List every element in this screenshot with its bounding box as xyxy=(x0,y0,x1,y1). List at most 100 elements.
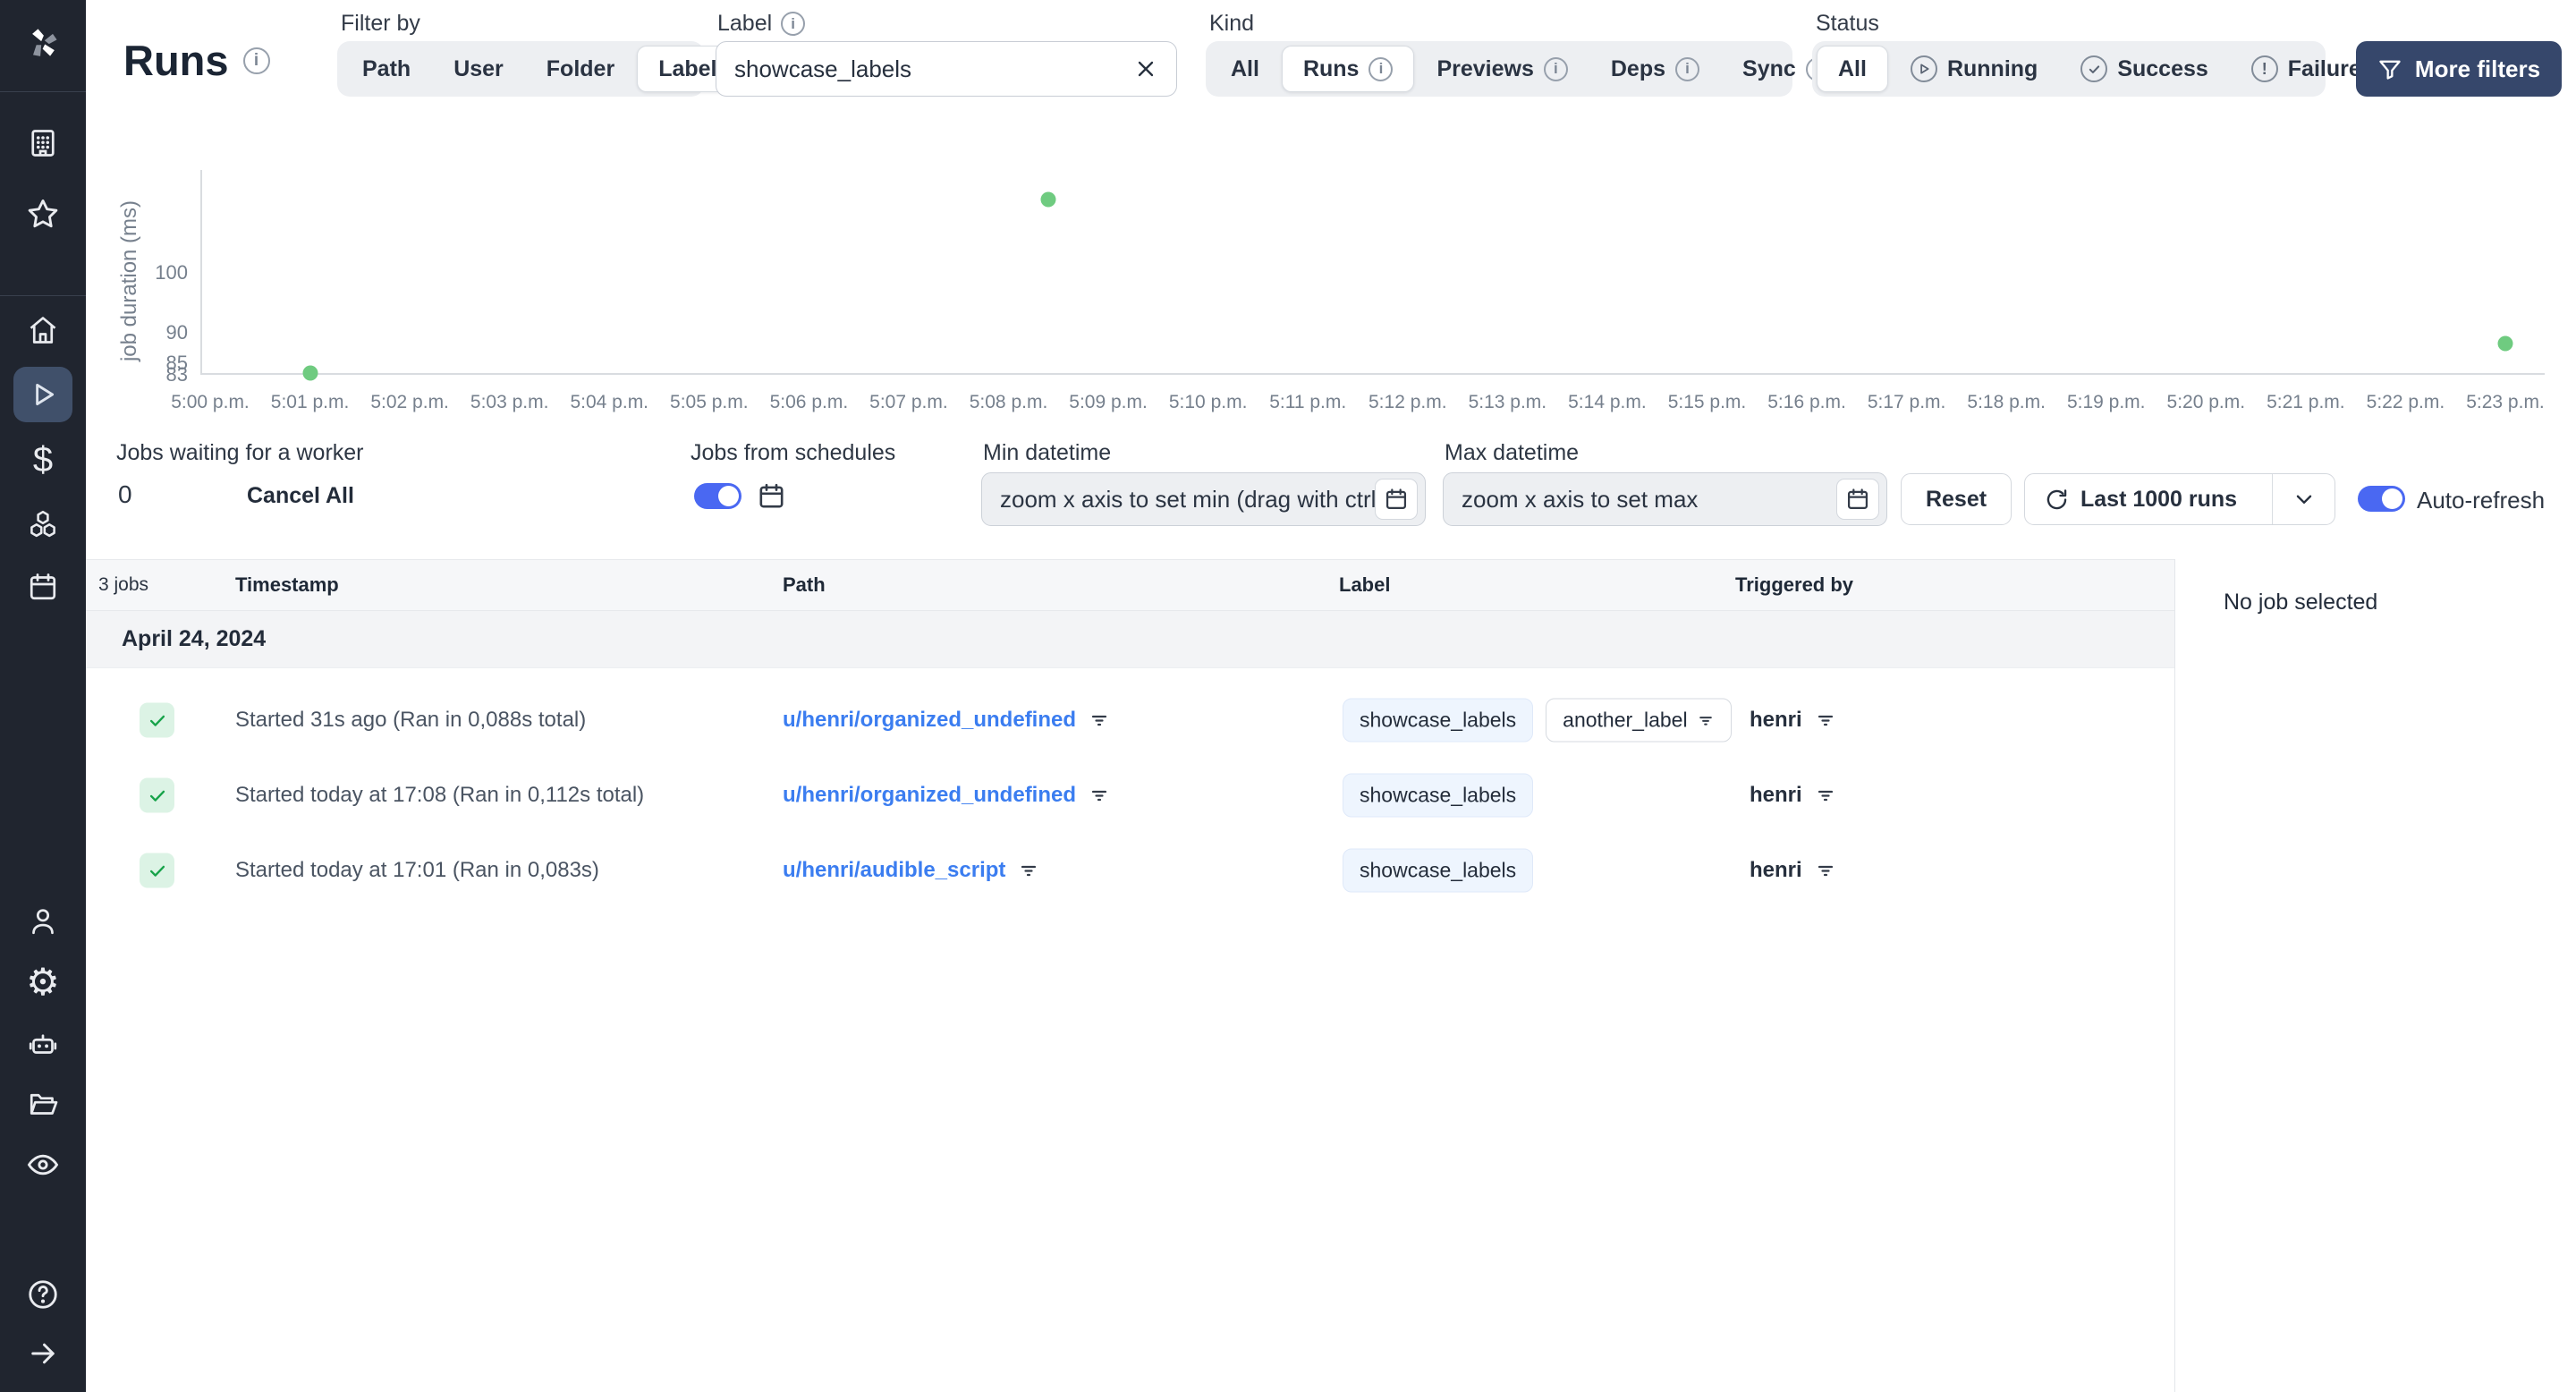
label-filter-input[interactable] xyxy=(734,55,1133,83)
filter-by-folder[interactable]: Folder xyxy=(526,46,635,92)
triggered-by-user: henri xyxy=(1750,783,1802,807)
min-datetime-input[interactable] xyxy=(1000,485,1375,514)
runs-range-dropdown[interactable] xyxy=(2272,474,2334,524)
x-axis-tick: 5:07 p.m. xyxy=(869,392,948,412)
table-row[interactable]: Started 31s ago (Ran in 0,088s total) u/… xyxy=(86,683,2174,758)
x-axis-tick: 5:14 p.m. xyxy=(1568,392,1647,412)
filter-by-path[interactable]: Path xyxy=(342,46,431,92)
expand-arrow-icon[interactable] xyxy=(27,1337,59,1370)
label-filter-label: Label i xyxy=(717,11,806,37)
job-path-link[interactable]: u/henri/audible_script xyxy=(783,858,1005,883)
x-axis-tick: 5:17 p.m. xyxy=(1867,392,1946,412)
runs-info-icon[interactable]: i xyxy=(242,47,270,74)
x-axis-tick: 5:03 p.m. xyxy=(470,392,549,412)
date-group-row: April 24, 2024 xyxy=(86,611,2174,668)
previews-info-icon[interactable]: i xyxy=(1543,56,1568,81)
x-axis-tick: 5:19 p.m. xyxy=(2066,392,2146,412)
filter-by-user-icon[interactable] xyxy=(1815,709,1836,731)
label-chip[interactable]: showcase_labels xyxy=(1343,773,1534,818)
kind-previews[interactable]: Previews i xyxy=(1416,46,1588,92)
filter-by-path-icon[interactable] xyxy=(1089,785,1110,806)
status-label: Status xyxy=(1816,11,1879,36)
funnel-icon xyxy=(2379,60,2401,80)
schedules-calendar-icon xyxy=(757,481,786,515)
help-icon[interactable] xyxy=(26,1277,60,1311)
workspace-building-icon[interactable] xyxy=(27,127,59,159)
filter-by-label-icon[interactable] xyxy=(1697,711,1715,729)
more-filters-button[interactable]: More filters xyxy=(2356,41,2562,97)
runs-kind-info-icon[interactable]: i xyxy=(1368,56,1394,81)
filter-by-segmented: Path User Folder Label xyxy=(337,41,739,97)
job-path-link[interactable]: u/henri/organized_undefined xyxy=(783,783,1076,808)
windmill-logo-icon[interactable] xyxy=(23,23,63,63)
cancel-all-button[interactable]: Cancel All xyxy=(247,483,354,509)
filter-by-path-icon[interactable] xyxy=(1089,709,1110,731)
label-info-icon[interactable]: i xyxy=(781,12,806,36)
kind-segmented: All Runsi Previewsi Depsi Synci xyxy=(1206,41,1830,97)
jobs-table: 3 jobs Timestamp Path Label Triggered by… xyxy=(86,559,2174,1392)
scatter-point[interactable] xyxy=(302,365,318,381)
filter-by-user-icon[interactable] xyxy=(1815,785,1836,806)
filter-by-path-icon[interactable] xyxy=(1018,860,1039,881)
x-axis-tick: 5:09 p.m. xyxy=(1069,392,1148,412)
sidebar-item-runs[interactable] xyxy=(13,367,72,422)
jobs-from-schedules-label: Jobs from schedules xyxy=(691,440,896,465)
kind-deps[interactable]: Deps i xyxy=(1590,46,1720,92)
success-check-icon xyxy=(140,853,174,888)
status-success[interactable]: Success xyxy=(2060,46,2228,92)
success-check-icon xyxy=(140,777,174,813)
max-datetime-calendar-icon[interactable] xyxy=(1836,479,1879,520)
schedules-calendar-icon[interactable] xyxy=(27,571,59,603)
status-running[interactable]: Running xyxy=(1890,46,2058,92)
column-triggered-by: Triggered by xyxy=(1735,573,1854,596)
x-axis-tick: 5:20 p.m. xyxy=(2166,392,2246,412)
kind-runs[interactable]: Runs i xyxy=(1281,46,1415,92)
workers-robot-icon[interactable] xyxy=(27,1027,59,1059)
x-axis-tick: 5:08 p.m. xyxy=(969,392,1048,412)
resources-cubes-icon[interactable] xyxy=(27,508,59,540)
auto-refresh-label: Auto-refresh xyxy=(2417,487,2546,514)
x-axis-tick: 5:16 p.m. xyxy=(1767,392,1846,412)
failure-exclamation-icon: ! xyxy=(2250,55,2278,82)
settings-gear-icon[interactable]: ⚙ xyxy=(26,963,60,1001)
reload-runs-button[interactable]: Last 1000 runs xyxy=(2025,474,2261,524)
jobs-count: 3 jobs xyxy=(98,574,149,595)
label-chip[interactable]: showcase_labels xyxy=(1343,698,1534,743)
filter-by-user[interactable]: User xyxy=(433,46,524,92)
variables-dollar-icon[interactable]: $ xyxy=(33,442,53,478)
folders-icon[interactable] xyxy=(27,1088,59,1120)
scatter-point[interactable] xyxy=(1040,191,1056,208)
reset-button[interactable]: Reset xyxy=(1901,473,2012,525)
min-datetime-calendar-icon[interactable] xyxy=(1375,479,1418,520)
label-chip[interactable]: another_label xyxy=(1546,698,1732,743)
favorites-star-icon[interactable] xyxy=(26,197,60,231)
table-row[interactable]: Started today at 17:01 (Ran in 0,083s) u… xyxy=(86,833,2174,908)
y-axis-tick: 90 xyxy=(165,321,188,344)
scatter-point[interactable] xyxy=(2497,335,2513,351)
auto-refresh-toggle[interactable] xyxy=(2358,486,2405,512)
kind-all[interactable]: All xyxy=(1210,46,1280,92)
table-header: 3 jobs Timestamp Path Label Triggered by xyxy=(86,559,2174,611)
status-all[interactable]: All xyxy=(1817,46,1888,92)
max-datetime-input[interactable] xyxy=(1462,485,1836,514)
max-datetime-label: Max datetime xyxy=(1445,440,1580,465)
status-segmented: All Running Success ! Failure xyxy=(1812,41,2361,97)
refresh-icon xyxy=(2046,488,2067,509)
deps-info-icon[interactable]: i xyxy=(1675,56,1700,81)
job-timestamp: Started today at 17:01 (Ran in 0,083s) xyxy=(235,858,599,882)
runs-page: $ ⚙ Runs i Filter by Path User Folder La… xyxy=(0,0,2576,1392)
table-row[interactable]: Started today at 17:08 (Ran in 0,112s to… xyxy=(86,758,2174,833)
user-icon[interactable] xyxy=(27,905,59,938)
x-axis-tick: 5:13 p.m. xyxy=(1468,392,1547,412)
label-chip[interactable]: showcase_labels xyxy=(1343,848,1534,893)
page-title: Runs i xyxy=(123,36,270,85)
jobs-from-schedules-toggle[interactable] xyxy=(694,483,741,509)
job-path-link[interactable]: u/henri/organized_undefined xyxy=(783,708,1076,733)
home-icon[interactable] xyxy=(27,314,59,346)
x-axis-tick: 5:00 p.m. xyxy=(171,392,250,412)
audit-eye-icon[interactable] xyxy=(26,1148,60,1182)
clear-label-icon[interactable] xyxy=(1133,56,1158,81)
filter-by-user-icon[interactable] xyxy=(1815,860,1836,881)
column-path: Path xyxy=(783,573,826,596)
label-filter-field xyxy=(716,41,1177,97)
